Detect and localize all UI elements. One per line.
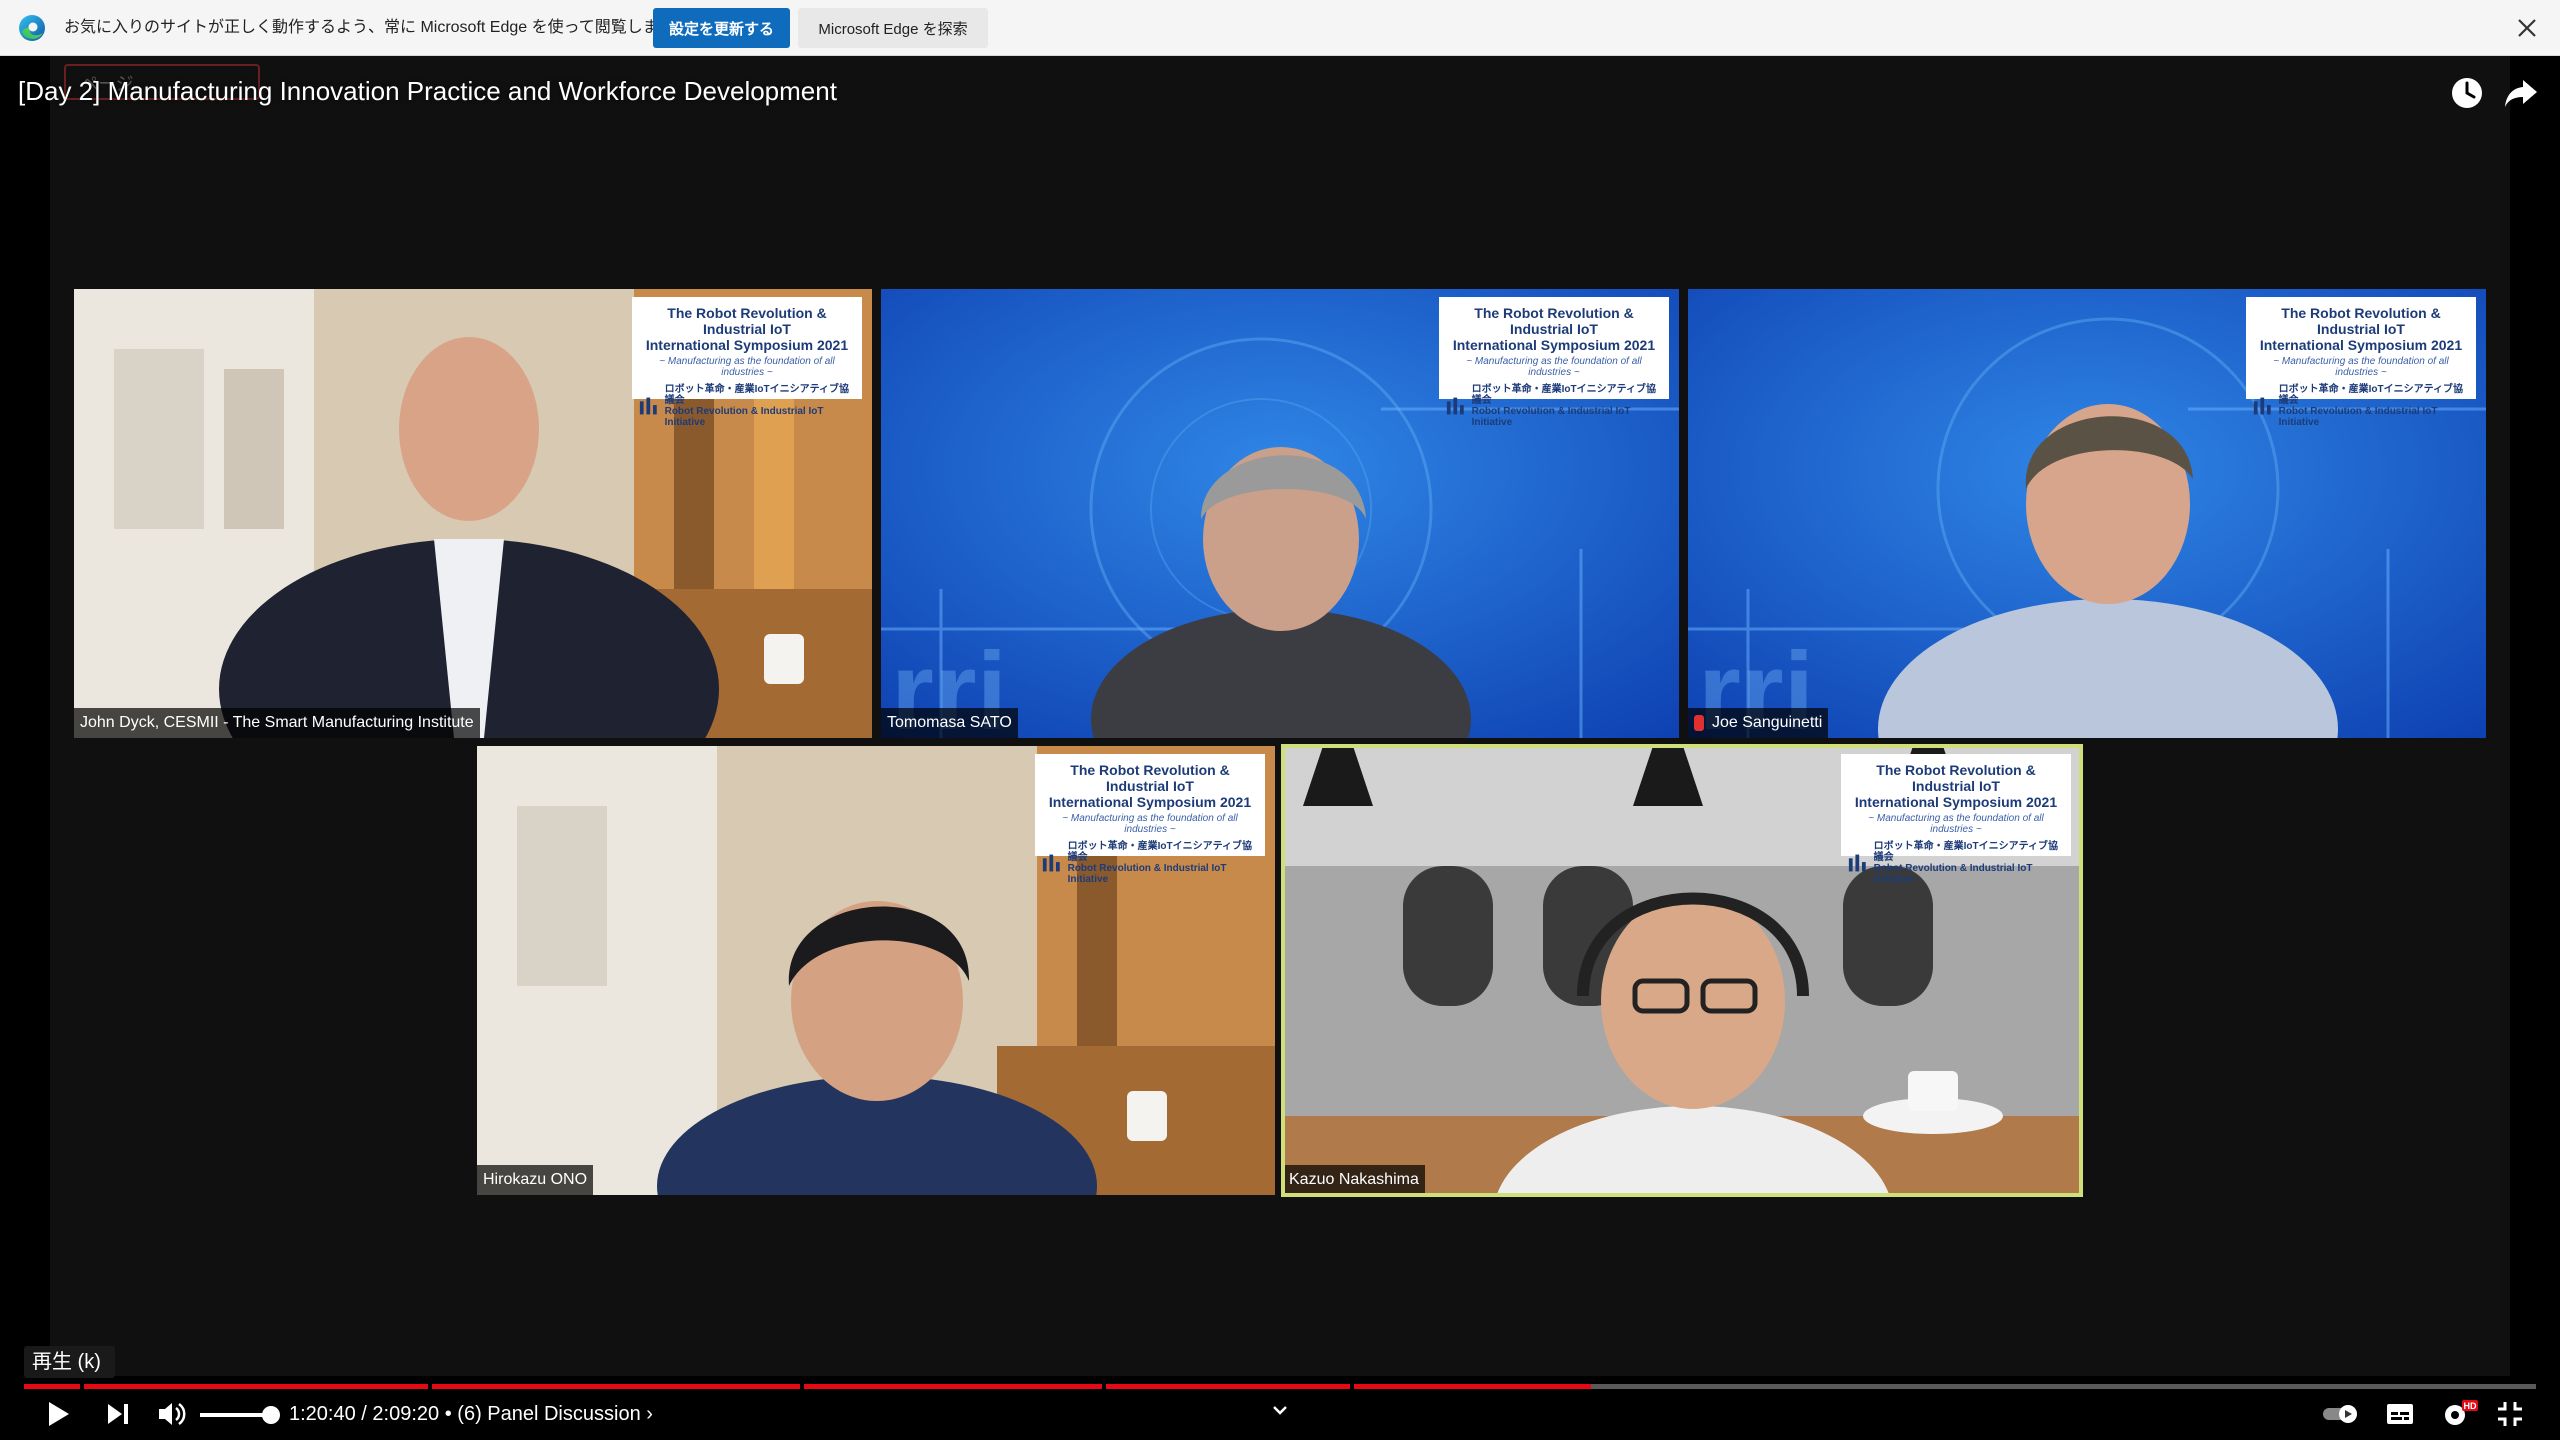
autoplay-toggle-icon[interactable] — [2322, 1403, 2358, 1425]
rri-logo-icon — [1446, 397, 1464, 415]
participant-name: John Dyck, CESMII - The Smart Manufactur… — [74, 708, 480, 738]
chevron-right-icon[interactable]: › — [646, 1403, 653, 1425]
rri-logo-icon — [1042, 854, 1060, 872]
time-current: 1:20:40 — [289, 1403, 356, 1425]
rri-logo-icon — [639, 397, 657, 415]
edge-explore-button[interactable]: Microsoft Edge を探索 — [798, 8, 988, 48]
muted-mic-icon — [1694, 715, 1704, 731]
symposium-badge: The Robot Revolution & Industrial IoT Int… — [1439, 297, 1669, 428]
volume-slider-handle[interactable] — [262, 1406, 280, 1424]
chapter-marker — [428, 1384, 432, 1389]
chapter-marker — [80, 1384, 84, 1389]
symposium-badge: The Robot Revolution & Industrial IoT Int… — [632, 297, 862, 428]
edge-update-settings-button[interactable]: 設定を更新する — [653, 8, 790, 48]
symposium-badge: The Robot Revolution & Industrial IoT Int… — [2246, 297, 2476, 428]
volume-icon[interactable] — [156, 1399, 188, 1429]
svg-text:HD: HD — [2464, 1401, 2477, 1411]
participant-name: Joe Sanguinetti — [1688, 708, 1829, 738]
next-icon[interactable] — [104, 1400, 132, 1428]
video-player[interactable]: ページ... [Day 2] Manufacturing Innovation … — [0, 56, 2560, 1440]
participant-name: Tomomasa SATO — [881, 708, 1018, 738]
video-tile-hirokazu-ono[interactable]: The Robot Revolution & Industrial IoT Int… — [477, 746, 1275, 1195]
progress-bar[interactable] — [24, 1384, 2536, 1389]
chevron-down-icon[interactable] — [1270, 1400, 1290, 1420]
video-tile-john-dyck[interactable]: The Robot Revolution & Industrial IoT Int… — [74, 289, 872, 738]
chapter-marker — [1350, 1384, 1354, 1389]
edge-message: お気に入りのサイトが正しく動作するよう、常に Microsoft Edge を使… — [64, 19, 707, 36]
settings-gear-icon[interactable]: HD — [2440, 1398, 2478, 1430]
video-tile-kazuo-nakashima[interactable]: The Robot Revolution & Industrial IoT Int… — [1283, 746, 2081, 1195]
video-tile-tomomasa-sato[interactable]: rri The Robot Revolution & Industrial Io… — [881, 289, 1679, 738]
time-total: 2:09:20 — [372, 1403, 440, 1425]
edge-logo-icon — [19, 15, 45, 41]
exit-fullscreen-icon[interactable] — [2496, 1400, 2524, 1428]
edge-notification-bar: お気に入りのサイトが正しく動作するよう、常に Microsoft Edge を使… — [0, 0, 2560, 56]
video-title[interactable]: [Day 2] Manufacturing Innovation Practic… — [18, 76, 837, 107]
share-icon[interactable] — [2502, 74, 2540, 112]
clock-icon[interactable] — [2448, 74, 2486, 112]
time-display: 1:20:40 / 2:09:20 • (6) Panel Discussion… — [289, 1403, 653, 1425]
play-tooltip: 再生 (k) — [24, 1346, 115, 1378]
subtitles-icon[interactable] — [2385, 1400, 2415, 1428]
participant-name: Kazuo Nakashima — [1283, 1165, 1425, 1195]
chapter-title[interactable]: (6) Panel Discussion — [457, 1403, 640, 1425]
progress-played — [24, 1384, 1592, 1389]
chapter-marker — [1102, 1384, 1106, 1389]
video-tile-joe-sanguinetti[interactable]: rri The Robot Revolution & Industrial Io… — [1688, 289, 2486, 738]
chapter-marker — [800, 1384, 804, 1389]
participant-name: Hirokazu ONO — [477, 1165, 594, 1195]
rri-logo-icon — [2253, 397, 2271, 415]
volume-slider[interactable] — [200, 1413, 270, 1417]
play-icon[interactable] — [42, 1398, 74, 1430]
close-icon[interactable] — [2514, 15, 2540, 41]
symposium-badge: The Robot Revolution & Industrial IoT Int… — [1035, 754, 1265, 885]
symposium-badge: The Robot Revolution & Industrial IoT Int… — [1841, 754, 2071, 885]
rri-logo-icon — [1848, 854, 1866, 872]
